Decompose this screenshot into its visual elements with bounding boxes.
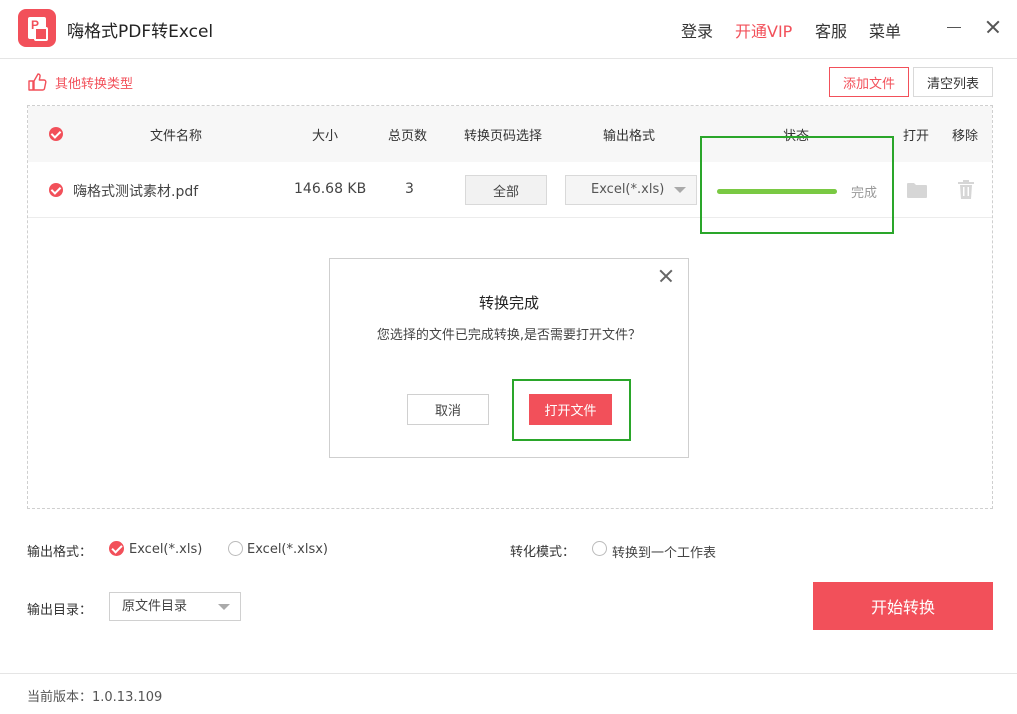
- format-xlsx-radio[interactable]: [228, 541, 243, 556]
- dialog-close-icon[interactable]: [658, 268, 674, 284]
- app-logo-letter: P: [31, 18, 40, 32]
- chevron-down-icon: [218, 604, 230, 610]
- select-all-checkbox[interactable]: [49, 127, 63, 141]
- app-title: 嗨格式PDF转Excel: [67, 22, 214, 42]
- output-dir-value: 原文件目录: [122, 599, 188, 614]
- dialog-title: 转换完成: [478, 294, 539, 312]
- header-open: 打开: [903, 129, 930, 144]
- row-size: 146.68 KB: [294, 181, 367, 197]
- other-types-label: 其他转换类型: [55, 76, 134, 92]
- chevron-down-icon: [674, 187, 686, 193]
- output-dir-label: 输出目录：: [27, 603, 93, 618]
- output-format-label: 输出格式：: [27, 545, 93, 560]
- close-window-icon[interactable]: [983, 16, 1003, 36]
- status-highlight-box: [700, 136, 894, 234]
- footer-divider: [0, 673, 1017, 674]
- dialog-cancel-button[interactable]: 取消: [407, 394, 489, 425]
- row-file-name: 嗨格式测试素材.pdf: [73, 184, 199, 200]
- dialog-message: 您选择的文件已完成转换,是否需要打开文件？: [376, 328, 642, 343]
- output-format-value: Excel(*.xls): [591, 182, 665, 197]
- vip-link[interactable]: 开通VIP: [735, 18, 792, 42]
- trash-icon[interactable]: [958, 180, 974, 199]
- start-conversion-button[interactable]: 开始转换: [813, 582, 993, 630]
- header-size: 大小: [312, 129, 339, 144]
- output-format-select[interactable]: Excel(*.xls): [565, 175, 697, 205]
- customer-service-link[interactable]: 客服: [815, 18, 847, 42]
- format-xls-radio[interactable]: [109, 541, 124, 556]
- conversion-mode-label: 转化模式：: [510, 545, 576, 560]
- folder-icon[interactable]: [907, 182, 927, 198]
- title-bar: P 嗨格式PDF转Excel 登录 开通VIP 客服 菜单: [0, 0, 1017, 58]
- header-remove: 移除: [952, 129, 979, 144]
- single-sheet-radio[interactable]: [592, 541, 607, 556]
- open-file-highlight-box: [512, 379, 631, 441]
- login-link[interactable]: 登录: [681, 18, 713, 42]
- title-divider: [0, 58, 1017, 59]
- header-page-select: 转换页码选择: [464, 129, 543, 144]
- clear-list-button[interactable]: 清空列表: [913, 67, 993, 97]
- minimize-icon[interactable]: [944, 16, 964, 36]
- conversion-complete-dialog: 转换完成 您选择的文件已完成转换,是否需要打开文件？ 取消 打开文件: [329, 258, 689, 458]
- format-xls-label[interactable]: Excel(*.xls): [129, 542, 202, 557]
- menu-link[interactable]: 菜单: [869, 18, 901, 42]
- row-pages: 3: [405, 181, 414, 197]
- row-checkbox[interactable]: [49, 183, 63, 197]
- header-file-name: 文件名称: [150, 129, 203, 144]
- page-select-button[interactable]: 全部: [465, 175, 547, 205]
- header-output-format: 输出格式: [603, 129, 656, 144]
- header-pages: 总页数: [388, 129, 428, 144]
- format-xlsx-label[interactable]: Excel(*.xlsx): [247, 542, 328, 557]
- other-types-link[interactable]: 其他转换类型: [27, 70, 133, 94]
- output-dir-select[interactable]: 原文件目录: [109, 592, 241, 621]
- thumbs-up-icon: [28, 73, 47, 91]
- add-file-button[interactable]: 添加文件: [829, 67, 909, 97]
- single-sheet-label[interactable]: 转换到一个工作表: [612, 542, 716, 561]
- app-logo-icon: P: [18, 9, 56, 47]
- version-text: 当前版本：1.0.13.109: [27, 690, 163, 705]
